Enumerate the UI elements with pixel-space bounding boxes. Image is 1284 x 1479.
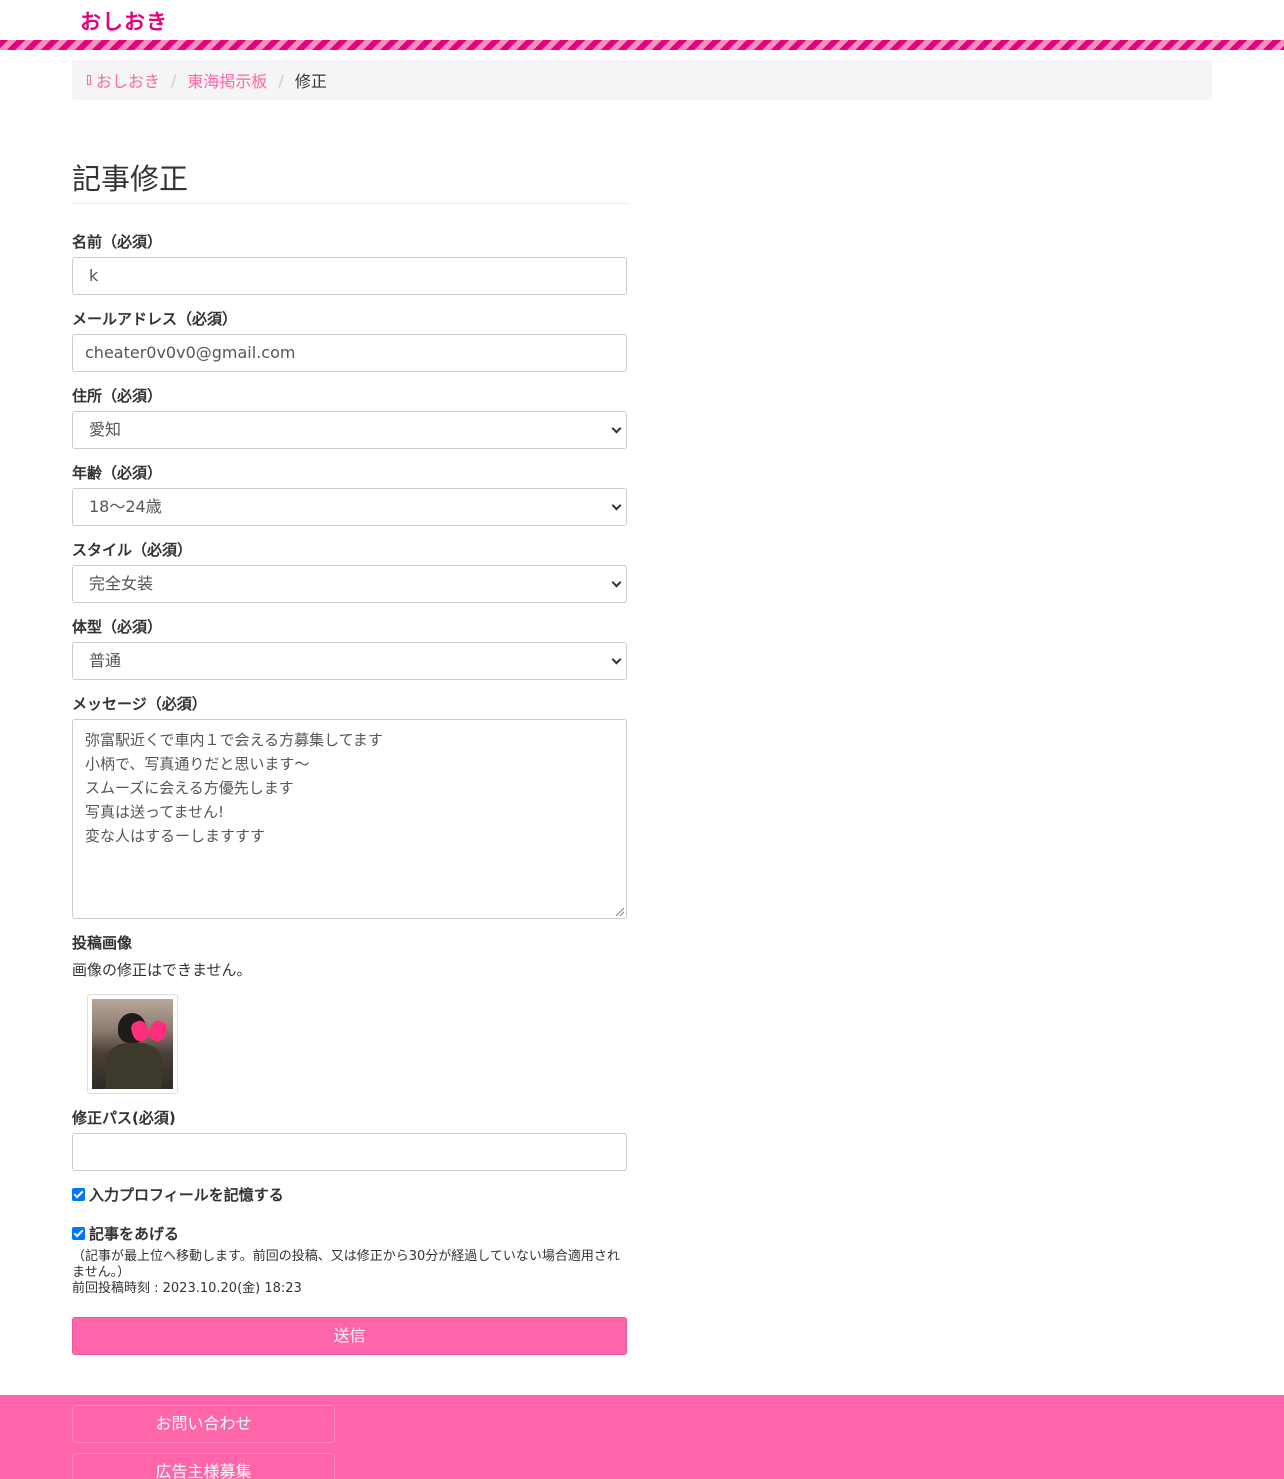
post-image-thumbnail — [87, 994, 178, 1094]
bump-note: （記事が最上位へ移動します。前回の投稿、又は修正から30分が経過していない場合適… — [72, 1249, 620, 1280]
age-select-value: 18〜24歳 — [89, 497, 162, 516]
address-label: 住所（必須） — [72, 387, 163, 405]
post-image — [92, 999, 173, 1089]
message-line: 弥富駅近くで車内１で会える方募集してます — [85, 731, 383, 749]
style-label: スタイル（必須） — [72, 541, 193, 559]
name-label: 名前（必須） — [72, 233, 163, 251]
resize-handle-icon[interactable] — [616, 908, 624, 916]
body-type-select-value: 普通 — [89, 651, 122, 670]
body-type-label: 体型（必須） — [72, 618, 163, 636]
address-select[interactable]: 愛知 — [72, 411, 627, 449]
style-select-value: 完全女装 — [89, 574, 154, 593]
breadcrumb-separator: / — [171, 70, 177, 90]
page-title: 記事修正 — [72, 162, 189, 196]
email-label: メールアドレス（必須） — [72, 310, 238, 328]
header-stripe — [0, 40, 1284, 50]
breadcrumb-home-link[interactable]: おしおき — [96, 68, 160, 92]
breadcrumb-board-link[interactable]: 東海掲示板 — [187, 68, 267, 92]
breadcrumb: おしおき / 東海掲示板 / 修正 — [72, 60, 1212, 100]
message-line: 小柄で、写真通りだと思います〜 — [85, 755, 310, 773]
bump-row[interactable]: 記事をあげる — [72, 1223, 179, 1244]
advertiser-link[interactable]: 広告主様募集 — [72, 1453, 335, 1479]
image-label: 投稿画像 — [72, 934, 133, 952]
chevron-down-icon — [611, 577, 622, 588]
site-logo[interactable]: おしおき — [80, 6, 168, 36]
breadcrumb-separator: / — [278, 70, 284, 90]
message-label: メッセージ（必須） — [72, 695, 207, 713]
chevron-down-icon — [611, 423, 622, 434]
remember-profile-row[interactable]: 入力プロフィールを記憶する — [72, 1184, 284, 1205]
submit-button[interactable]: 送信 — [72, 1317, 627, 1355]
chevron-down-icon — [611, 500, 622, 511]
contact-link[interactable]: お問い合わせ — [72, 1405, 335, 1443]
age-select[interactable]: 18〜24歳 — [72, 488, 627, 526]
message-line: 写真は送ってません! — [85, 803, 225, 821]
bump-note-block: （記事が最上位へ移動します。前回の投稿、又は修正から30分が経過していない場合適… — [72, 1249, 627, 1297]
home-icon — [87, 75, 91, 85]
message-line: スムーズに会える方優先します — [85, 779, 294, 797]
email-input[interactable]: cheater0v0v0@gmail.com — [72, 334, 627, 372]
image-note: 画像の修正はできません。 — [72, 961, 252, 979]
age-label: 年齢（必須） — [72, 464, 163, 482]
message-line: 変な人はするーしますすす — [85, 827, 266, 845]
footer: お問い合わせ 広告主様募集 — [0, 1395, 1284, 1479]
address-select-value: 愛知 — [89, 420, 122, 439]
bump-checkbox[interactable] — [72, 1227, 85, 1240]
edit-pass-input[interactable] — [72, 1133, 627, 1171]
body-type-select[interactable]: 普通 — [72, 642, 627, 680]
remember-profile-checkbox[interactable] — [72, 1188, 85, 1201]
remember-profile-label[interactable]: 入力プロフィールを記憶する — [89, 1184, 284, 1205]
style-select[interactable]: 完全女装 — [72, 565, 627, 603]
breadcrumb-current: 修正 — [294, 72, 327, 91]
name-input[interactable]: k — [72, 257, 627, 295]
top-bar: おしおき — [0, 0, 1284, 40]
message-textarea[interactable]: 弥富駅近くで車内１で会える方募集してます 小柄で、写真通りだと思います〜 スムー… — [72, 719, 627, 919]
bump-label[interactable]: 記事をあげる — [89, 1223, 179, 1244]
title-divider — [72, 203, 627, 204]
last-post-time: 前回投稿時刻 : 2023.10.20(金) 18:23 — [72, 1281, 302, 1296]
chevron-down-icon — [611, 654, 622, 665]
edit-pass-label: 修正パス(必須) — [72, 1109, 176, 1127]
